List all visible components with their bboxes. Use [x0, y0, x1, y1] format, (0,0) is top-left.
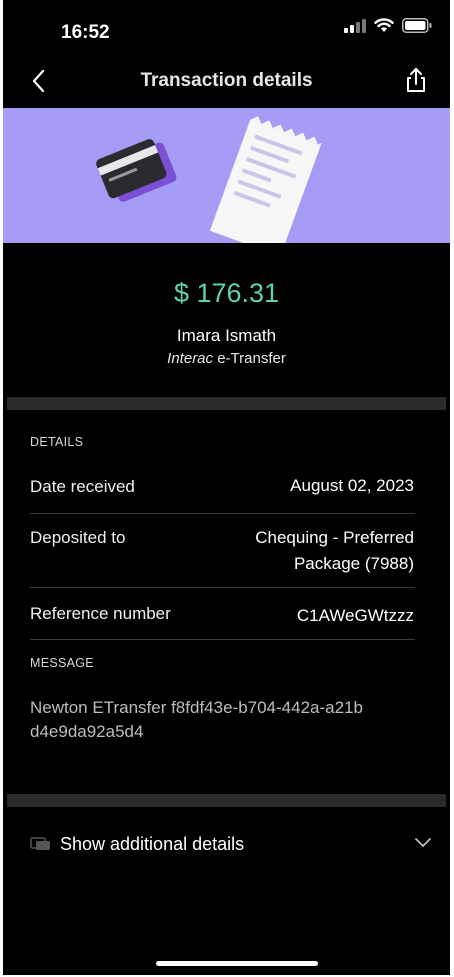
row-separator — [30, 513, 415, 514]
wifi-icon — [374, 18, 394, 32]
share-button[interactable] — [402, 66, 430, 96]
deposited-to-value-line2: Package (7988) — [293, 554, 414, 573]
method-brand: Interac — [167, 350, 214, 367]
banner-illustration — [3, 108, 450, 243]
transfer-method: Interac e-Transfer — [3, 350, 450, 367]
share-icon — [407, 68, 425, 92]
chevron-down-icon — [415, 838, 431, 847]
home-indicator[interactable] — [156, 961, 318, 966]
transaction-amount: $ 176.31 — [173, 278, 280, 308]
row-separator — [30, 639, 415, 640]
deposited-to-value: Chequing - Preferred Package (7988) — [255, 525, 414, 577]
status-bar: 16:52 — [3, 0, 450, 56]
method-suffix: e-Transfer — [213, 350, 286, 367]
message-text-line1: Newton ETransfer f8fdf43e-b704-442a-a21b — [30, 698, 363, 717]
status-icons — [344, 18, 432, 33]
screen: 16:52 Transaction details $ 176.31 Imara… — [3, 0, 450, 975]
page-title: Transaction details — [140, 70, 313, 91]
battery-icon — [402, 18, 432, 33]
status-time: 16:52 — [61, 22, 110, 43]
deposited-to-label: Deposited to — [30, 528, 126, 547]
reference-number-label: Reference number — [30, 604, 171, 623]
sender-name: Imara Ismath — [176, 326, 277, 345]
show-additional-details-button[interactable]: Show additional details — [3, 820, 450, 866]
card-receipt-illustration — [96, 116, 322, 243]
row-separator — [30, 587, 415, 588]
details-icon — [30, 837, 50, 850]
section-divider — [7, 794, 446, 807]
date-received-value: August 02, 2023 — [290, 476, 414, 495]
details-heading: DETAILS — [30, 435, 84, 449]
message-text-line2: d4e9da92a5d4 — [30, 722, 144, 741]
section-divider — [7, 397, 446, 410]
signal-icon — [344, 18, 366, 33]
message-heading: MESSAGE — [30, 656, 94, 670]
message-text: Newton ETransfer f8fdf43e-b704-442a-a21b… — [30, 696, 400, 744]
deposited-to-value-line1: Chequing - Preferred — [255, 528, 414, 547]
nav-header: Transaction details — [3, 56, 450, 106]
show-additional-details-label: Show additional details — [60, 834, 245, 854]
reference-number-value: C1AWeGWtzzz — [296, 606, 414, 625]
date-received-label: Date received — [30, 477, 135, 496]
